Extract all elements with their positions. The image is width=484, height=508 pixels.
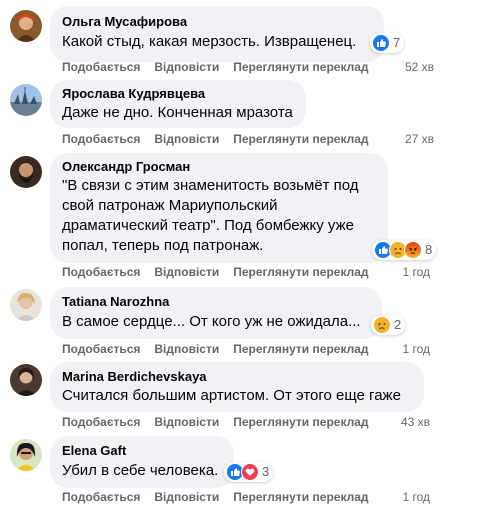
like-link[interactable]: Подобається xyxy=(62,60,140,74)
comment-author[interactable]: Олександр Гросман xyxy=(62,159,376,175)
avatar[interactable] xyxy=(10,156,42,188)
comment-text: Даже не дно. Конченная мразота xyxy=(62,104,293,121)
comment-text: Убил в себе человека. xyxy=(62,462,219,479)
comment-text: Считался большим артистом. От этого еще … xyxy=(62,387,401,404)
comment-text: "В связи с этим знаменитость возьмёт под… xyxy=(62,176,376,256)
reply-link[interactable]: Відповісти xyxy=(154,132,219,146)
comment-time[interactable]: 1 год xyxy=(402,341,430,357)
avatar[interactable] xyxy=(10,289,42,321)
reaction-count: 2 xyxy=(394,317,402,332)
reply-link[interactable]: Відповісти xyxy=(154,265,219,279)
comment-author[interactable]: Ольга Мусафирова xyxy=(62,14,372,30)
comment-actions: Подобається Відповісти Переглянути перекла… xyxy=(62,131,430,147)
comment-text: Какой стыд, какая мерзость. Извращенец. xyxy=(62,33,357,50)
like-reaction-icon xyxy=(372,34,390,52)
angry-reaction-icon xyxy=(404,241,422,259)
reaction-count: 8 xyxy=(425,242,433,257)
see-translation-link[interactable]: Переглянути переклад xyxy=(233,342,368,356)
comment-author[interactable]: Elena Gaft xyxy=(62,443,222,459)
comment-time[interactable]: 27 хв xyxy=(405,131,434,147)
comment-bubble: Ярослава Кудрявцева Даже не дно. Конченн… xyxy=(50,80,306,128)
like-link[interactable]: Подобається xyxy=(62,342,140,356)
comment-actions: Подобається Відповісти Переглянути перекла… xyxy=(62,59,430,75)
comment-author[interactable]: Ярослава Кудрявцева xyxy=(62,86,294,102)
like-link[interactable]: Подобається xyxy=(62,265,140,279)
reply-link[interactable]: Відповісти xyxy=(154,60,219,74)
see-translation-link[interactable]: Переглянути переклад xyxy=(233,490,368,504)
reaction-summary[interactable]: 2 xyxy=(371,315,406,335)
comment-time[interactable]: 1 год xyxy=(402,264,430,280)
comment-text: В самое сердце... От кого уж не ожидала.… xyxy=(62,313,361,330)
comment-text-line: попал, теперь под патронаж. xyxy=(62,237,264,254)
avatar[interactable] xyxy=(10,10,42,42)
comment-time[interactable]: 52 хв xyxy=(405,59,434,75)
sad-reaction-icon xyxy=(373,316,391,334)
love-reaction-icon xyxy=(241,463,259,481)
comment-text-line: свой патронаж Мариупольский xyxy=(62,197,278,214)
reaction-summary[interactable]: 8 xyxy=(372,240,437,260)
see-translation-link[interactable]: Переглянути переклад xyxy=(233,265,368,279)
reaction-count: 7 xyxy=(393,35,401,50)
see-translation-link[interactable]: Переглянути переклад xyxy=(233,132,368,146)
see-translation-link[interactable]: Переглянути переклад xyxy=(233,415,368,429)
like-link[interactable]: Подобається xyxy=(62,490,140,504)
comment-bubble: Олександр Гросман "В связи с этим знамен… xyxy=(50,153,388,263)
reaction-count: 3 xyxy=(262,464,270,479)
comment-bubble: Tatiana Narozhna В самое сердце... От ко… xyxy=(50,287,382,339)
comment-actions: Подобається Відповісти Переглянути перекла… xyxy=(62,264,430,280)
see-translation-link[interactable]: Переглянути переклад xyxy=(233,60,368,74)
comment-author[interactable]: Marina Berdichevskaya xyxy=(62,369,412,385)
comment-time[interactable]: 1 год xyxy=(402,489,430,505)
reaction-summary[interactable]: 7 xyxy=(370,33,405,53)
reply-link[interactable]: Відповісти xyxy=(154,490,219,504)
comment-actions: Подобається Відповісти Переглянути перекла… xyxy=(62,341,430,357)
reaction-summary[interactable]: 3 xyxy=(224,462,274,482)
avatar[interactable] xyxy=(10,439,42,471)
comment-text-line: "В связи с этим знаменитость возьмёт под xyxy=(62,177,359,194)
avatar[interactable] xyxy=(10,84,42,116)
comment-text-line: драматический театр". Под бомбежку уже xyxy=(62,217,354,234)
reply-link[interactable]: Відповісти xyxy=(154,342,219,356)
avatar[interactable] xyxy=(10,364,42,396)
reply-link[interactable]: Відповісти xyxy=(154,415,219,429)
like-link[interactable]: Подобається xyxy=(62,132,140,146)
comment-bubble: Ольга Мусафирова Какой стыд, какая мерзо… xyxy=(50,6,384,62)
like-link[interactable]: Подобається xyxy=(62,415,140,429)
comment-actions: Подобається Відповісти Переглянути перекла… xyxy=(62,414,430,430)
comment-bubble: Elena Gaft Убил в себе человека. xyxy=(50,436,234,488)
comment-author[interactable]: Tatiana Narozhna xyxy=(62,294,370,310)
comment-actions: Подобається Відповісти Переглянути перекла… xyxy=(62,489,430,505)
comment-time[interactable]: 43 хв xyxy=(401,414,430,430)
comment-bubble: Marina Berdichevskaya Считался большим а… xyxy=(50,362,424,412)
